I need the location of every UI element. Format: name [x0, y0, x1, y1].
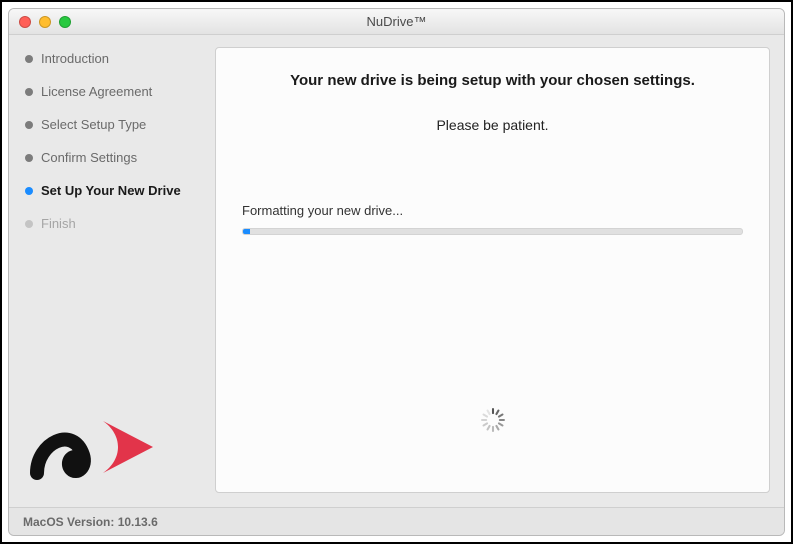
- bullet-icon: [25, 220, 33, 228]
- step-label: Select Setup Type: [41, 117, 146, 132]
- step-label: Confirm Settings: [41, 150, 137, 165]
- screenshot-frame: NuDrive™ Introduction License Agreement …: [0, 0, 793, 544]
- app-window: NuDrive™ Introduction License Agreement …: [8, 8, 785, 536]
- progress-fill: [243, 229, 250, 234]
- step-license-agreement: License Agreement: [25, 84, 199, 99]
- progress-bar: [242, 228, 743, 235]
- step-label: Introduction: [41, 51, 109, 66]
- zoom-icon[interactable]: [59, 16, 71, 28]
- spinner-icon: [480, 407, 506, 438]
- step-confirm-settings: Confirm Settings: [25, 150, 199, 165]
- titlebar[interactable]: NuDrive™: [9, 9, 784, 35]
- footer-bar: MacOS Version: 10.13.6: [9, 507, 784, 535]
- bullet-icon: [25, 55, 33, 63]
- window-title: NuDrive™: [9, 14, 784, 29]
- close-icon[interactable]: [19, 16, 31, 28]
- window-controls: [9, 16, 71, 28]
- window-body: Introduction License Agreement Select Se…: [9, 35, 784, 507]
- step-label: Set Up Your New Drive: [41, 183, 181, 198]
- content-panel: Your new drive is being setup with your …: [215, 47, 770, 493]
- step-select-setup-type: Select Setup Type: [25, 117, 199, 132]
- step-list: Introduction License Agreement Select Se…: [25, 51, 199, 407]
- bullet-icon: [25, 88, 33, 96]
- step-label: Finish: [41, 216, 76, 231]
- main-area: Your new drive is being setup with your …: [209, 35, 784, 507]
- status-text: Formatting your new drive...: [242, 203, 743, 218]
- step-label: License Agreement: [41, 84, 152, 99]
- minimize-icon[interactable]: [39, 16, 51, 28]
- bullet-icon: [25, 154, 33, 162]
- panel-heading: Your new drive is being setup with your …: [242, 72, 743, 89]
- step-finish: Finish: [25, 216, 199, 231]
- bullet-icon: [25, 121, 33, 129]
- step-introduction: Introduction: [25, 51, 199, 66]
- bullet-icon: [25, 187, 33, 195]
- brand-logo: [25, 407, 165, 487]
- sidebar: Introduction License Agreement Select Se…: [9, 35, 209, 507]
- os-version-label: MacOS Version: 10.13.6: [23, 515, 158, 529]
- panel-subtext: Please be patient.: [242, 117, 743, 133]
- step-set-up-drive: Set Up Your New Drive: [25, 183, 199, 198]
